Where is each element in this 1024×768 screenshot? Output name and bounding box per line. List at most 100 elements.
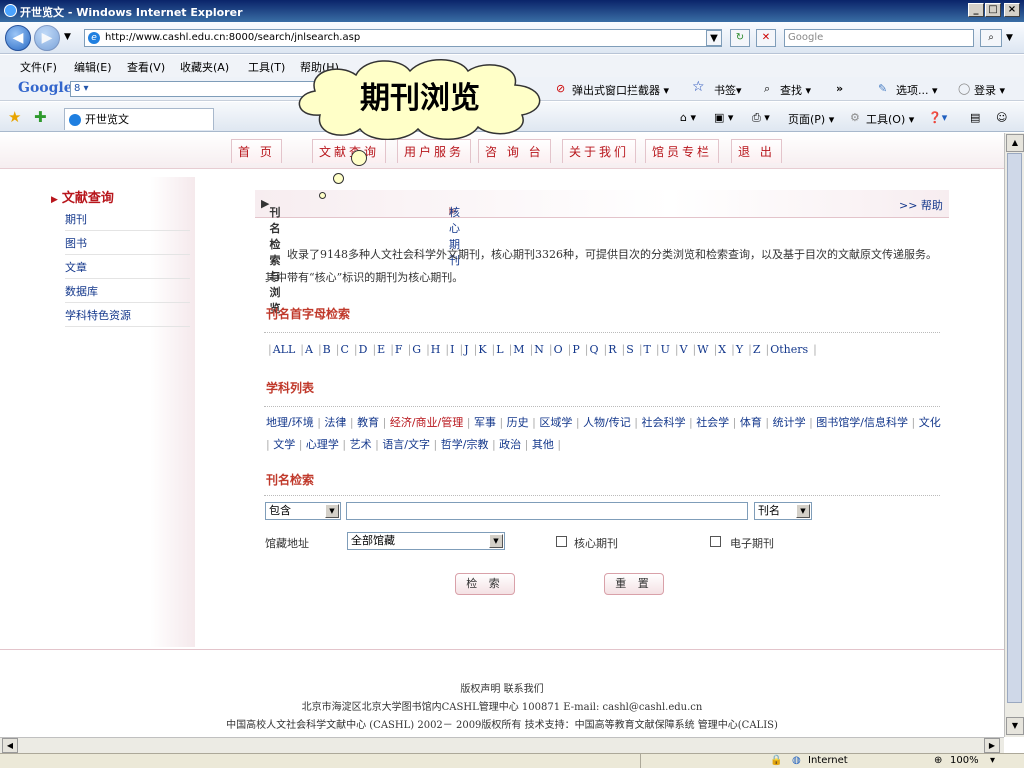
subject-link[interactable]: 体育 xyxy=(740,416,762,429)
search-field-select[interactable]: 刊名 ▼ xyxy=(754,502,812,520)
favorites-star-icon[interactable]: ★ xyxy=(8,108,21,126)
subject-link[interactable]: 军事 xyxy=(474,416,496,429)
tab-kaishilanwen[interactable]: 开世览文 xyxy=(64,108,214,130)
subject-link[interactable]: 地理/环境 xyxy=(266,416,314,429)
alpha-link-p[interactable]: P xyxy=(572,343,579,356)
sidebar-item-journals[interactable]: 期刊 xyxy=(65,209,190,231)
alpha-link-r[interactable]: R xyxy=(608,343,616,356)
recent-pages-dropdown-icon[interactable]: ▼ xyxy=(64,32,71,42)
alpha-link-d[interactable]: D xyxy=(359,343,368,356)
alpha-link-b[interactable]: B xyxy=(323,343,331,356)
login-button[interactable]: 登录 ▾ xyxy=(974,82,1005,98)
print-icon[interactable]: ⎙ ▾ xyxy=(752,111,770,125)
feeds-icon[interactable]: ▣ ▾ xyxy=(714,111,733,124)
subject-link[interactable]: 图书馆学/信息科学 xyxy=(816,416,908,429)
alpha-link-k[interactable]: K xyxy=(478,343,486,356)
more-button[interactable]: » xyxy=(836,82,843,95)
zoom-level[interactable]: 100% xyxy=(950,755,979,766)
alpha-link-a[interactable]: A xyxy=(305,343,313,356)
subject-link[interactable]: 文化 xyxy=(919,416,941,429)
subject-link[interactable]: 社会学 xyxy=(696,416,729,429)
subject-link[interactable]: 社会科学 xyxy=(641,416,685,429)
bookmarks-button[interactable]: 书签▾ xyxy=(714,82,742,98)
alpha-link-w[interactable]: W xyxy=(697,343,708,356)
search-go-icon[interactable]: ⌕ xyxy=(980,29,1002,47)
close-window-button[interactable]: × xyxy=(1004,3,1020,17)
alpha-link-i[interactable]: I xyxy=(450,343,454,356)
subject-link[interactable]: 区域学 xyxy=(539,416,572,429)
nav-literature-search[interactable]: 文献查询 xyxy=(312,139,387,163)
menu-edit[interactable]: 编辑(E) xyxy=(74,59,112,75)
sidebar-item-books[interactable]: 图书 xyxy=(65,233,190,255)
minimize-button[interactable]: _ xyxy=(968,3,984,17)
subject-link[interactable]: 心理学 xyxy=(306,438,339,451)
scroll-down-icon[interactable]: ▼ xyxy=(1006,717,1024,735)
scroll-up-icon[interactable]: ▲ xyxy=(1006,134,1024,152)
alpha-link-j[interactable]: J xyxy=(464,343,468,356)
subject-link[interactable]: 统计学 xyxy=(773,416,806,429)
add-favorite-icon[interactable]: ✚ xyxy=(34,108,47,126)
subject-link[interactable]: 其他 xyxy=(532,438,554,451)
subject-link[interactable]: 艺术 xyxy=(350,438,372,451)
subject-link[interactable]: 教育 xyxy=(357,416,379,429)
options-button[interactable]: 选项... ▾ xyxy=(896,82,938,98)
search-button[interactable]: 检 索 xyxy=(455,573,515,595)
help-link[interactable]: >> 帮助 xyxy=(899,197,943,213)
subject-link[interactable]: 人物/传记 xyxy=(583,416,631,429)
alpha-link-o[interactable]: O xyxy=(554,343,563,356)
page-menu-button[interactable]: 页面(P) ▾ xyxy=(788,111,834,127)
nav-logout[interactable]: 退 出 xyxy=(731,139,782,163)
alpha-link-m[interactable]: M xyxy=(513,343,524,356)
alpha-link-g[interactable]: G xyxy=(412,343,421,356)
nav-about-us[interactable]: 关于我们 xyxy=(562,139,637,163)
subject-link[interactable]: 历史 xyxy=(507,416,529,429)
alpha-link-others[interactable]: Others xyxy=(770,343,808,356)
alpha-link-x[interactable]: X xyxy=(718,343,726,356)
search-options-icon[interactable]: ▼ xyxy=(1006,33,1013,43)
alpha-link-v[interactable]: V xyxy=(680,343,688,356)
messenger-icon[interactable]: ☺ xyxy=(996,111,1007,124)
scroll-right-icon[interactable]: ▶ xyxy=(984,738,1000,753)
reset-button[interactable]: 重 置 xyxy=(604,573,664,595)
menu-tools[interactable]: 工具(T) xyxy=(248,59,285,75)
footer-links[interactable]: 版权声明 联系我们 xyxy=(0,680,1004,695)
sidebar-item-databases[interactable]: 数据库 xyxy=(65,281,190,303)
popup-blocker-button[interactable]: 弹出式窗口拦截器 ▾ xyxy=(572,82,669,98)
ejournal-checkbox[interactable] xyxy=(710,536,721,547)
subject-link[interactable]: 语言/文字 xyxy=(382,438,430,451)
maximize-button[interactable]: □ xyxy=(985,3,1001,17)
alpha-link-y[interactable]: Y xyxy=(736,343,743,356)
home-icon[interactable]: ⌂ ▾ xyxy=(680,111,696,124)
nav-librarian-column[interactable]: 馆员专栏 xyxy=(645,139,720,163)
find-button[interactable]: 查找 ▾ xyxy=(780,82,811,98)
horizontal-scrollbar[interactable]: ◀ ▶ xyxy=(0,737,1004,753)
location-select[interactable]: 全部馆藏 ▼ xyxy=(347,532,505,550)
subject-link[interactable]: 哲学/宗教 xyxy=(441,438,489,451)
alpha-link-u[interactable]: U xyxy=(661,343,670,356)
search-input[interactable]: Google xyxy=(784,29,974,47)
menu-view[interactable]: 查看(V) xyxy=(127,59,165,75)
match-type-select[interactable]: 包含 ▼ xyxy=(265,502,341,520)
help-icon[interactable]: ❓▾ xyxy=(928,111,947,124)
alpha-link-s[interactable]: S xyxy=(626,343,634,356)
address-dropdown-icon[interactable]: ▼ xyxy=(706,30,722,46)
nav-home[interactable]: 首 页 xyxy=(231,139,282,163)
alpha-link-l[interactable]: L xyxy=(496,343,503,356)
sidebar-item-articles[interactable]: 文章 xyxy=(65,257,190,279)
subject-link[interactable]: 文学 xyxy=(273,438,295,451)
menu-file[interactable]: 文件(F) xyxy=(20,59,57,75)
research-icon[interactable]: ▤ xyxy=(970,111,980,124)
journal-keyword-input[interactable] xyxy=(346,502,748,520)
address-input[interactable]: e http://www.cashl.edu.cn:8000/search/jn… xyxy=(84,29,722,47)
alpha-link-all[interactable]: ALL xyxy=(273,343,296,356)
scroll-thumb[interactable] xyxy=(1007,153,1022,703)
alpha-link-c[interactable]: C xyxy=(340,343,348,356)
tab-title-browse[interactable]: ▶ 刊名检索与浏览 xyxy=(261,197,280,315)
alpha-link-e[interactable]: E xyxy=(377,343,385,356)
subject-link[interactable]: 政治 xyxy=(499,438,521,451)
zoom-dropdown-icon[interactable]: ▾ xyxy=(990,755,995,766)
sidebar-item-subject-resources[interactable]: 学科特色资源 xyxy=(65,305,190,327)
core-journal-checkbox[interactable] xyxy=(556,536,567,547)
refresh-icon[interactable]: ↻ xyxy=(730,29,750,47)
google-search-box[interactable]: 8 ▾ xyxy=(70,81,320,97)
